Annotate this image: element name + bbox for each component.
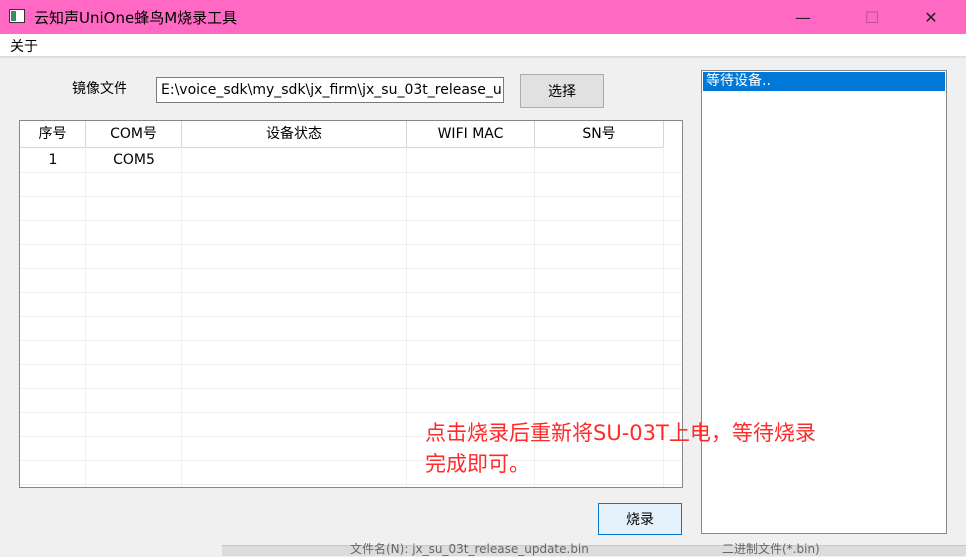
table-row-empty	[20, 172, 682, 197]
header-com[interactable]: COM号	[86, 121, 182, 147]
table-row-empty	[20, 316, 682, 341]
table-header: 序号 COM号 设备状态 WIFI MAC SN号	[20, 121, 664, 148]
header-index[interactable]: 序号	[20, 121, 86, 147]
choose-button[interactable]: 选择	[520, 74, 604, 108]
status-list-item[interactable]: 等待设备..	[703, 72, 945, 91]
header-status[interactable]: 设备状态	[182, 121, 407, 147]
table-row-empty	[20, 388, 682, 413]
header-wifi-mac[interactable]: WIFI MAC	[407, 121, 535, 147]
header-sn[interactable]: SN号	[535, 121, 664, 147]
background-filetype-text: 二进制文件(*.bin)	[722, 542, 820, 556]
table-row-empty	[20, 196, 682, 221]
background-window-strip: 文件名(N): jx_su_03t_release_update.bin 二进制…	[222, 542, 966, 556]
window-title: 云知声UniOne蜂鸟M烧录工具	[34, 9, 238, 27]
minimize-button[interactable]: —	[780, 0, 826, 34]
table-row-empty	[20, 220, 682, 245]
cell-status	[182, 149, 407, 171]
cell-index: 1	[48, 152, 58, 168]
table-row-empty	[20, 364, 682, 389]
cell-com: COM5	[113, 152, 155, 168]
table-row-empty	[20, 340, 682, 365]
menu-about[interactable]: 关于	[10, 36, 38, 56]
instruction-annotation: 点击烧录后重新将SU-03T上电，等待烧录 完成即可。	[425, 418, 895, 480]
cell-sn	[535, 149, 664, 171]
maximize-button[interactable]: ☐	[849, 0, 895, 34]
app-icon	[9, 9, 25, 23]
table-row-empty	[20, 292, 682, 317]
image-file-label: 镜像文件	[72, 81, 126, 97]
menu-bar: 关于	[0, 34, 966, 57]
close-button[interactable]: ✕	[908, 0, 954, 34]
title-bar: 云知声UniOne蜂鸟M烧录工具 — ☐ ✕	[0, 0, 966, 34]
cell-wifi-mac	[407, 149, 535, 171]
annotation-line-2: 完成即可。	[425, 452, 530, 476]
burn-button[interactable]: 烧录	[598, 503, 682, 535]
annotation-line-1: 点击烧录后重新将SU-03T上电，等待烧录	[425, 421, 816, 445]
image-path-input[interactable]: E:\voice_sdk\my_sdk\jx_firm\jx_su_03t_re…	[156, 77, 504, 103]
background-filename-text: 文件名(N): jx_su_03t_release_update.bin	[350, 542, 589, 556]
table-row-empty	[20, 244, 682, 269]
table-row-empty	[20, 268, 682, 293]
